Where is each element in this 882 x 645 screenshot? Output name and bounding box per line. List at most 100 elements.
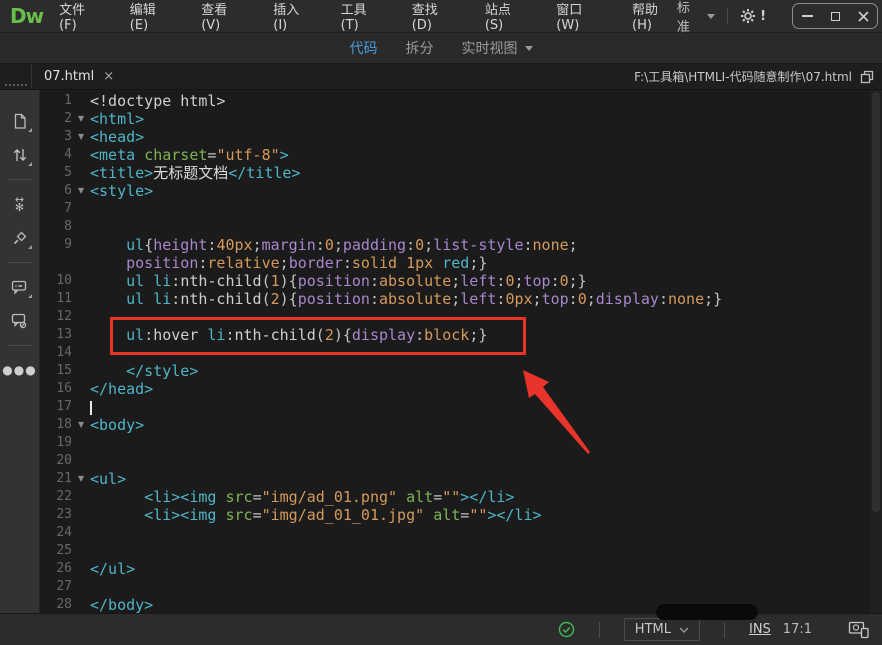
fold-arrow-icon[interactable]: ▼ bbox=[76, 416, 90, 434]
restore-panel-icon[interactable] bbox=[860, 70, 874, 84]
titlebar-right: 标准 ! bbox=[677, 0, 882, 35]
fold-arrow-icon[interactable]: ▼ bbox=[76, 128, 90, 146]
minimize-button[interactable] bbox=[793, 4, 821, 28]
more-options-button[interactable]: ●●● bbox=[2, 356, 35, 384]
code-line[interactable]: 20 bbox=[40, 452, 870, 470]
menu-insert[interactable]: 插入(I) bbox=[271, 0, 312, 35]
line-number: 12 bbox=[56, 309, 72, 324]
code-line[interactable]: 15 </style> bbox=[40, 362, 870, 380]
vertical-scrollbar[interactable] bbox=[870, 90, 882, 613]
code-line[interactable]: 22 <li><img src="img/ad_01.png" alt=""><… bbox=[40, 488, 870, 506]
code-line[interactable]: position:relative;border:solid 1px red;} bbox=[40, 254, 870, 272]
fold-gutter bbox=[76, 290, 90, 308]
no-errors-check-icon[interactable] bbox=[558, 621, 575, 638]
menu-window[interactable]: 窗口(W) bbox=[554, 0, 604, 35]
move-lines-button[interactable] bbox=[6, 141, 34, 169]
code-line[interactable]: 8 bbox=[40, 218, 870, 236]
word-wrap-icon: ↔ ✻ bbox=[14, 193, 25, 214]
file-path-area: F:\工具箱\HTMLI-代码随意制作\07.html bbox=[634, 68, 882, 85]
code-line[interactable]: 12 bbox=[40, 308, 870, 326]
dreamweaver-window: Dw 文件(F) 编辑(E) 查看(V) 插入(I) 工具(T) 查找(D) 站点(S) 窗口… bbox=[0, 0, 882, 645]
new-file-button[interactable] bbox=[6, 107, 34, 135]
menu-help[interactable]: 帮助(H) bbox=[630, 0, 677, 35]
divider bbox=[723, 621, 725, 638]
line-number: 24 bbox=[56, 525, 72, 540]
chevron-down-icon bbox=[707, 13, 716, 19]
code-line[interactable]: 2 ▼ <html> bbox=[40, 110, 870, 128]
code-line[interactable]: 5 <title>无标题文档</title> bbox=[40, 164, 870, 182]
code-line[interactable]: 7 bbox=[40, 200, 870, 218]
apply-comment-button[interactable] bbox=[6, 273, 34, 301]
fold-arrow-icon[interactable]: ▼ bbox=[76, 182, 90, 200]
code-line[interactable]: 6 ▼ <style> bbox=[40, 182, 870, 200]
settings-notification[interactable]: ! bbox=[740, 8, 766, 24]
code-line[interactable]: 25 bbox=[40, 542, 870, 560]
flyout-indicator bbox=[27, 245, 32, 249]
code-line[interactable]: 9 ul{height:40px;margin:0;padding:0;list… bbox=[40, 236, 870, 254]
chevron-down-icon bbox=[524, 45, 533, 51]
code-line[interactable]: 27 bbox=[40, 578, 870, 596]
code-line[interactable]: 4 <meta charset="utf-8"> bbox=[40, 146, 870, 164]
line-number: 28 bbox=[56, 597, 72, 612]
doctype-selector[interactable]: HTML bbox=[623, 618, 700, 641]
device-preview-icon[interactable] bbox=[848, 621, 870, 639]
code-line[interactable]: 18 ▼ <body> bbox=[40, 416, 870, 434]
remove-comment-icon bbox=[11, 313, 27, 329]
divider bbox=[727, 8, 729, 24]
scrollbar-thumb[interactable] bbox=[872, 92, 880, 512]
view-tab-live[interactable]: 实时视图 bbox=[462, 38, 533, 58]
line-number: 13 bbox=[56, 327, 72, 342]
view-tab-code[interactable]: 代码 bbox=[350, 38, 378, 58]
code-line[interactable]: 10 ul li:nth-child(1){position:absolute;… bbox=[40, 272, 870, 290]
document-tab[interactable]: 07.html × bbox=[32, 64, 126, 89]
code-line[interactable]: 26 </ul> bbox=[40, 560, 870, 578]
code-line[interactable]: 24 bbox=[40, 524, 870, 542]
fold-arrow-icon[interactable]: ▼ bbox=[76, 110, 90, 128]
gear-icon bbox=[741, 9, 756, 23]
close-button[interactable] bbox=[849, 4, 877, 28]
fold-arrow-icon[interactable]: ▼ bbox=[76, 470, 90, 488]
code-line[interactable]: 17 bbox=[40, 398, 870, 416]
line-number: 5 bbox=[64, 165, 72, 180]
code-line[interactable]: 21 ▼ <ul> bbox=[40, 470, 870, 488]
menu-view[interactable]: 查看(V) bbox=[199, 0, 245, 35]
remove-comment-button[interactable] bbox=[6, 307, 34, 335]
line-number: 18 bbox=[56, 417, 72, 432]
code-line[interactable]: 11 ul li:nth-child(2){position:absolute;… bbox=[40, 290, 870, 308]
fold-gutter bbox=[76, 596, 90, 614]
word-wrap-button[interactable]: ↔ ✻ bbox=[6, 190, 34, 218]
line-number: 6 bbox=[64, 183, 72, 198]
new-file-icon bbox=[14, 113, 26, 129]
code-line[interactable]: 3 ▼ <head> bbox=[40, 128, 870, 146]
code-editor[interactable]: 1 <!doctype html> 2 ▼ <html> 3 ▼ <head> 4 <meta c… bbox=[40, 90, 870, 614]
format-source-button[interactable] bbox=[6, 224, 34, 252]
code-line[interactable]: 13 ul:hover li:nth-child(2){display:bloc… bbox=[40, 326, 870, 344]
code-line[interactable]: 16 </head> bbox=[40, 380, 870, 398]
menu-site[interactable]: 站点(S) bbox=[483, 0, 528, 35]
view-mode-bar: 代码 拆分 实时视图 bbox=[0, 33, 882, 64]
line-number: 23 bbox=[56, 507, 72, 522]
maximize-button[interactable] bbox=[821, 4, 849, 28]
workspace-switcher[interactable]: 标准 bbox=[677, 0, 716, 35]
code-text: ul:hover li:nth-child(2){display:block;} bbox=[126, 326, 488, 344]
code-line[interactable]: 14 bbox=[40, 344, 870, 362]
insert-mode-toggle[interactable]: INS bbox=[749, 622, 771, 637]
code-line[interactable]: 23 <li><img src="img/ad_01_01.jpg" alt="… bbox=[40, 506, 870, 524]
line-number: 11 bbox=[56, 291, 72, 306]
title-bar: Dw 文件(F) 编辑(E) 查看(V) 插入(I) 工具(T) 查找(D) 站点(S) 窗口… bbox=[0, 0, 882, 35]
line-number: 4 bbox=[64, 147, 72, 162]
code-line[interactable]: 1 <!doctype html> bbox=[40, 92, 870, 110]
menu-tools[interactable]: 工具(T) bbox=[339, 0, 384, 35]
dreamweaver-logo: Dw bbox=[10, 4, 44, 28]
view-tab-split[interactable]: 拆分 bbox=[406, 38, 434, 58]
code-text: ul{height:40px;margin:0;padding:0;list-s… bbox=[126, 236, 578, 254]
fold-gutter bbox=[76, 398, 90, 416]
view-tab-label: 实时视图 bbox=[461, 41, 518, 57]
code-text: </ul> bbox=[90, 560, 136, 578]
menu-file[interactable]: 文件(F) bbox=[57, 0, 102, 35]
menu-edit[interactable]: 编辑(E) bbox=[128, 0, 173, 35]
tab-close-icon[interactable]: × bbox=[103, 69, 114, 84]
code-line[interactable]: 19 bbox=[40, 434, 870, 452]
menu-find[interactable]: 查找(D) bbox=[410, 0, 457, 35]
fold-gutter bbox=[76, 218, 90, 236]
